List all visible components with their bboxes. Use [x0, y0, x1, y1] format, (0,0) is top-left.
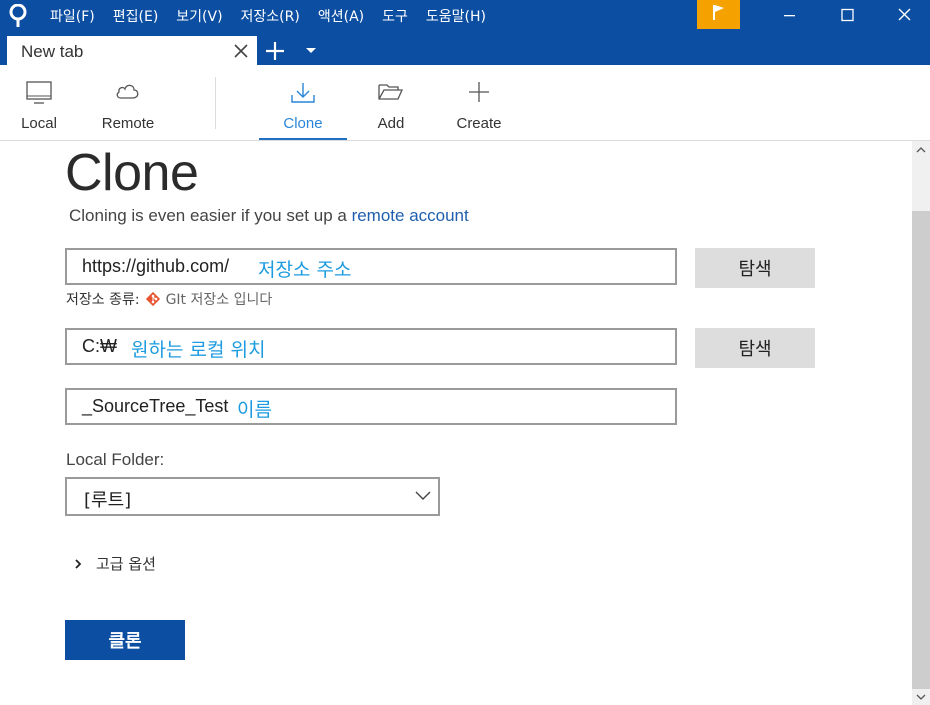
close-tab-icon[interactable]	[233, 43, 249, 59]
repo-type-value: GIt 저장소 입니다	[165, 292, 273, 308]
menu-bar: 파일(F) 편집(E) 보기(V) 저장소(R) 액션(A) 도구 도움말(H)	[50, 0, 504, 32]
chevron-right-icon	[75, 558, 82, 569]
tab-dropdown-icon[interactable]	[305, 46, 317, 56]
toolbar-create-label: Create	[456, 115, 502, 132]
source-url-hint: 저장소 주소	[258, 259, 352, 281]
menu-tools[interactable]: 도구	[382, 6, 408, 26]
source-url-input[interactable]: https://github.com/ 저장소 주소	[65, 248, 677, 285]
flag-button[interactable]	[697, 0, 740, 29]
plus-icon	[469, 82, 489, 102]
toolbar-add[interactable]: Add	[366, 65, 416, 140]
local-folder-label: Local Folder:	[66, 450, 165, 469]
repo-type-label: 저장소 종류:	[66, 292, 140, 308]
remote-account-link[interactable]: remote account	[352, 206, 469, 225]
repo-type-info: 저장소 종류: GIt 저장소 입니다	[66, 289, 272, 309]
cloud-icon	[116, 84, 139, 99]
advanced-options-label: 고급 옵션	[96, 555, 156, 573]
minimize-icon[interactable]	[766, 0, 812, 32]
toolbar-remote-label: Remote	[101, 115, 155, 132]
advanced-options-toggle[interactable]: 고급 옵션	[74, 553, 156, 574]
scroll-thumb[interactable]	[912, 211, 930, 689]
git-icon	[145, 291, 160, 307]
toolbar-local[interactable]: Local	[12, 65, 66, 140]
subtitle: Cloning is even easier if you set up a r…	[69, 206, 469, 226]
menu-actions[interactable]: 액션(A)	[318, 6, 364, 26]
page-title: Clone	[65, 144, 199, 202]
browse-destination-button[interactable]: 탐색	[695, 328, 815, 368]
toolbar-separator	[215, 77, 216, 129]
vertical-scrollbar[interactable]	[912, 141, 930, 705]
source-url-value: https://github.com/	[82, 256, 230, 276]
subtitle-text: Cloning is even easier if you set up a	[69, 206, 352, 225]
chevron-down-icon	[415, 491, 431, 500]
destination-path-value: C:₩	[82, 336, 117, 356]
name-input[interactable]: _SourceTree_Test 이름	[65, 388, 677, 425]
download-icon	[291, 83, 315, 103]
menu-view[interactable]: 보기(V)	[176, 6, 222, 26]
scroll-up-icon[interactable]	[916, 146, 926, 154]
toolbar: Local Remote Clone Add Create	[0, 65, 930, 141]
monitor-icon	[26, 81, 52, 104]
menu-file[interactable]: 파일(F)	[50, 6, 95, 26]
maximize-icon[interactable]	[824, 0, 870, 32]
browse-source-button[interactable]: 탐색	[695, 248, 815, 288]
name-value: _SourceTree_Test	[82, 396, 229, 416]
destination-path-hint: 원하는 로컬 위치	[131, 339, 266, 361]
menu-repository[interactable]: 저장소(R)	[241, 6, 300, 26]
flag-icon	[713, 5, 724, 20]
toolbar-create[interactable]: Create	[450, 65, 508, 140]
menu-help[interactable]: 도움말(H)	[426, 6, 486, 26]
title-bar: 파일(F) 편집(E) 보기(V) 저장소(R) 액션(A) 도구 도움말(H)	[0, 0, 930, 32]
sourcetree-logo-icon	[9, 4, 27, 27]
active-tab-indicator	[259, 138, 347, 140]
local-folder-value: [루트]	[84, 490, 132, 511]
clone-button[interactable]: 클론	[65, 620, 185, 660]
tab-bar: New tab	[0, 32, 930, 65]
tab-new-tab[interactable]: New tab	[7, 36, 257, 65]
toolbar-clone-label: Clone	[283, 115, 323, 132]
toolbar-remote[interactable]: Remote	[96, 65, 160, 140]
close-window-icon[interactable]	[882, 0, 928, 32]
name-hint: 이름	[237, 399, 272, 421]
local-folder-select[interactable]: [루트]	[65, 477, 440, 516]
scroll-down-icon[interactable]	[916, 693, 926, 701]
tab-label: New tab	[21, 42, 84, 61]
toolbar-clone[interactable]: Clone	[259, 65, 347, 140]
menu-edit[interactable]: 편집(E)	[113, 6, 159, 26]
destination-path-input[interactable]: C:₩ 원하는 로컬 위치	[65, 328, 677, 365]
folder-open-icon	[378, 84, 404, 100]
toolbar-add-label: Add	[377, 115, 405, 132]
toolbar-local-label: Local	[21, 115, 57, 132]
add-tab-icon[interactable]	[264, 40, 286, 62]
